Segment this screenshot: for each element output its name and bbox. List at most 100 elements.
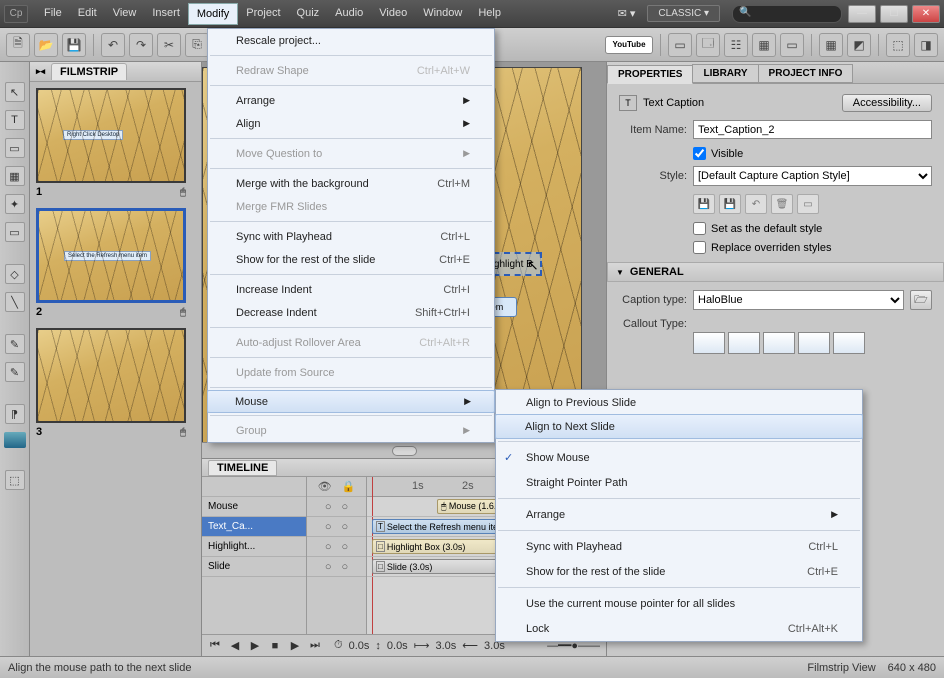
tool-d-icon[interactable]: ▦ — [752, 33, 776, 57]
menu-edit[interactable]: Edit — [70, 3, 105, 25]
track-toggle[interactable]: ○○ — [307, 517, 366, 537]
color-swatch[interactable] — [4, 432, 26, 448]
menu-help[interactable]: Help — [470, 3, 509, 25]
replace-checkbox[interactable] — [693, 241, 706, 254]
prev-icon[interactable]: ◀ — [228, 639, 242, 653]
tool-a-icon[interactable]: ▭ — [668, 33, 692, 57]
shape-tool-icon[interactable]: ◇ — [5, 264, 25, 284]
menu-view[interactable]: View — [105, 3, 145, 25]
workspace-switcher[interactable]: CLASSIC ▾ — [647, 5, 720, 22]
button-tool-icon[interactable]: ▭ — [5, 222, 25, 242]
menu-audio[interactable]: Audio — [327, 3, 371, 25]
track-name[interactable]: Text_Ca... — [202, 517, 306, 537]
track-name[interactable]: Slide — [202, 557, 306, 577]
tool-c-icon[interactable]: ☷ — [724, 33, 748, 57]
submenu-item[interactable]: Align to Next Slide — [495, 414, 863, 439]
accessibility-button[interactable]: Accessibility... — [842, 94, 932, 112]
undo-icon[interactable]: ↶ — [101, 33, 125, 57]
maximize-button[interactable]: ☐ — [880, 5, 908, 23]
callout-option[interactable] — [728, 332, 760, 354]
text-tool-icon[interactable]: T — [5, 110, 25, 130]
submenu-item[interactable]: Arrange▶ — [496, 502, 862, 527]
copy-icon[interactable]: ⎘ — [185, 33, 209, 57]
track-toggle[interactable]: ○○ — [307, 497, 366, 517]
search-field[interactable]: 🔍 — [732, 5, 842, 23]
track-name[interactable]: Mouse — [202, 497, 306, 517]
submenu-item[interactable]: Align to Previous Slide — [496, 390, 862, 415]
callout-option[interactable] — [833, 332, 865, 354]
cut-icon[interactable]: ✂ — [157, 33, 181, 57]
menu-item[interactable]: Merge with the backgroundCtrl+M — [208, 172, 494, 195]
submenu-item[interactable]: Sync with PlayheadCtrl+L — [496, 534, 862, 559]
style-save-icon[interactable]: 💾 — [693, 194, 715, 214]
select-tool-icon[interactable]: ↖ — [5, 82, 25, 102]
track-toggle[interactable]: ○○ — [307, 537, 366, 557]
wand-tool-icon[interactable]: ✦ — [5, 194, 25, 214]
open-icon[interactable]: 📂 — [34, 33, 58, 57]
tool-i-icon[interactable]: ◨ — [914, 33, 938, 57]
tab-project-info[interactable]: PROJECT INFO — [758, 64, 854, 83]
submenu-item[interactable]: Use the current mouse pointer for all sl… — [496, 591, 862, 616]
style-reset-icon[interactable]: ↶ — [745, 194, 767, 214]
line-tool-icon[interactable]: ╲ — [5, 292, 25, 312]
menu-item[interactable]: Increase IndentCtrl+I — [208, 278, 494, 301]
callout-option[interactable] — [763, 332, 795, 354]
menu-item[interactable]: Sync with PlayheadCtrl+L — [208, 225, 494, 248]
track-toggle[interactable]: ○○ — [307, 557, 366, 577]
style-select[interactable]: [Default Capture Caption Style] — [693, 166, 932, 186]
save-icon[interactable]: 💾 — [62, 33, 86, 57]
submenu-item[interactable]: ✓Show Mouse — [496, 445, 862, 470]
submenu-item[interactable]: Show for the rest of the slideCtrl+E — [496, 559, 862, 584]
caption-type-select[interactable]: HaloBlue — [693, 290, 904, 310]
tool-g-icon[interactable]: ◩ — [847, 33, 871, 57]
caption-tool-icon[interactable]: ▭ — [5, 138, 25, 158]
tool-b-icon[interactable]: 🗔 — [696, 33, 720, 57]
highlight-tool-icon[interactable]: ▦ — [5, 166, 25, 186]
stop-icon[interactable]: ■ — [268, 639, 282, 653]
menu-quiz[interactable]: Quiz — [289, 3, 328, 25]
menu-insert[interactable]: Insert — [144, 3, 188, 25]
minimize-button[interactable]: — — [848, 5, 876, 23]
tool-f-icon[interactable]: ▦ — [819, 33, 843, 57]
rewind-icon[interactable]: ⏮ — [208, 639, 222, 653]
timeline-tab[interactable]: TIMELINE — [208, 460, 277, 476]
eye-icon[interactable]: 👁 — [318, 480, 332, 493]
menu-item[interactable]: Arrange▶ — [208, 89, 494, 112]
style-delete-icon[interactable]: 🗑 — [771, 194, 793, 214]
track-name[interactable]: Highlight... — [202, 537, 306, 557]
menu-item[interactable]: Rescale project... — [208, 29, 494, 52]
menu-modify[interactable]: Modify — [188, 3, 238, 25]
filmstrip-slide[interactable]: Select the Refresh menu item2🖱 — [36, 208, 195, 318]
pencil-tool-icon[interactable]: ✎ — [5, 362, 25, 382]
style-new-icon[interactable]: 💾 — [719, 194, 741, 214]
close-button[interactable]: ✕ — [912, 5, 940, 23]
filmstrip-tab[interactable]: FILMSTRIP — [51, 63, 127, 80]
menu-project[interactable]: Project — [238, 3, 288, 25]
youtube-button[interactable]: YouTube — [605, 36, 653, 54]
item-name-input[interactable] — [693, 120, 932, 139]
menu-item[interactable]: Decrease IndentShift+Ctrl+I — [208, 301, 494, 324]
extra-tool-icon[interactable]: ⬚ — [5, 470, 25, 490]
menu-item[interactable]: Mouse▶ — [207, 390, 495, 413]
menu-video[interactable]: Video — [371, 3, 415, 25]
submenu-item[interactable]: LockCtrl+Alt+K — [496, 616, 862, 641]
play-icon[interactable]: ▶ — [248, 639, 262, 653]
browse-caption-icon[interactable]: 🗁 — [910, 290, 932, 310]
eyedrop-tool-icon[interactable]: ⁋ — [5, 404, 25, 424]
draw-tool-icon[interactable]: ✎ — [5, 334, 25, 354]
submenu-item[interactable]: Straight Pointer Path — [496, 470, 862, 495]
menu-file[interactable]: File — [36, 3, 70, 25]
menu-item[interactable]: Align▶ — [208, 112, 494, 135]
general-section-header[interactable]: GENERAL — [607, 262, 944, 282]
style-apply-icon[interactable]: ▭ — [797, 194, 819, 214]
callout-option[interactable] — [798, 332, 830, 354]
menu-window[interactable]: Window — [415, 3, 470, 25]
new-icon[interactable]: 🗎 — [6, 33, 30, 57]
redo-icon[interactable]: ↷ — [129, 33, 153, 57]
tab-properties[interactable]: PROPERTIES — [607, 65, 693, 84]
callout-option[interactable] — [693, 332, 725, 354]
filmstrip-slide[interactable]: Right Click Desktop1🖱 — [36, 88, 195, 198]
mail-icon[interactable]: ✉ ▾ — [612, 7, 642, 20]
filmstrip-slide[interactable]: 3🖱 — [36, 328, 195, 438]
tab-library[interactable]: LIBRARY — [692, 64, 758, 83]
